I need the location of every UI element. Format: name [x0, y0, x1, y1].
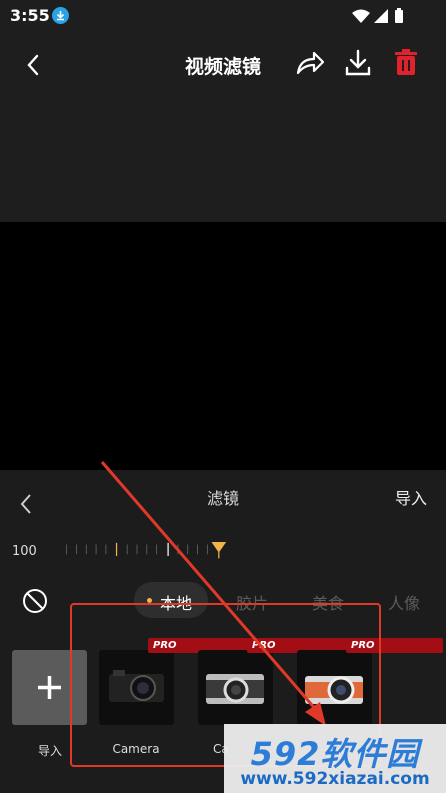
- watermark-url: www.592xiazai.com: [240, 769, 430, 789]
- watermark: 592软件园 www.592xiazai.com: [224, 724, 446, 793]
- annotation-arrow: [100, 461, 326, 726]
